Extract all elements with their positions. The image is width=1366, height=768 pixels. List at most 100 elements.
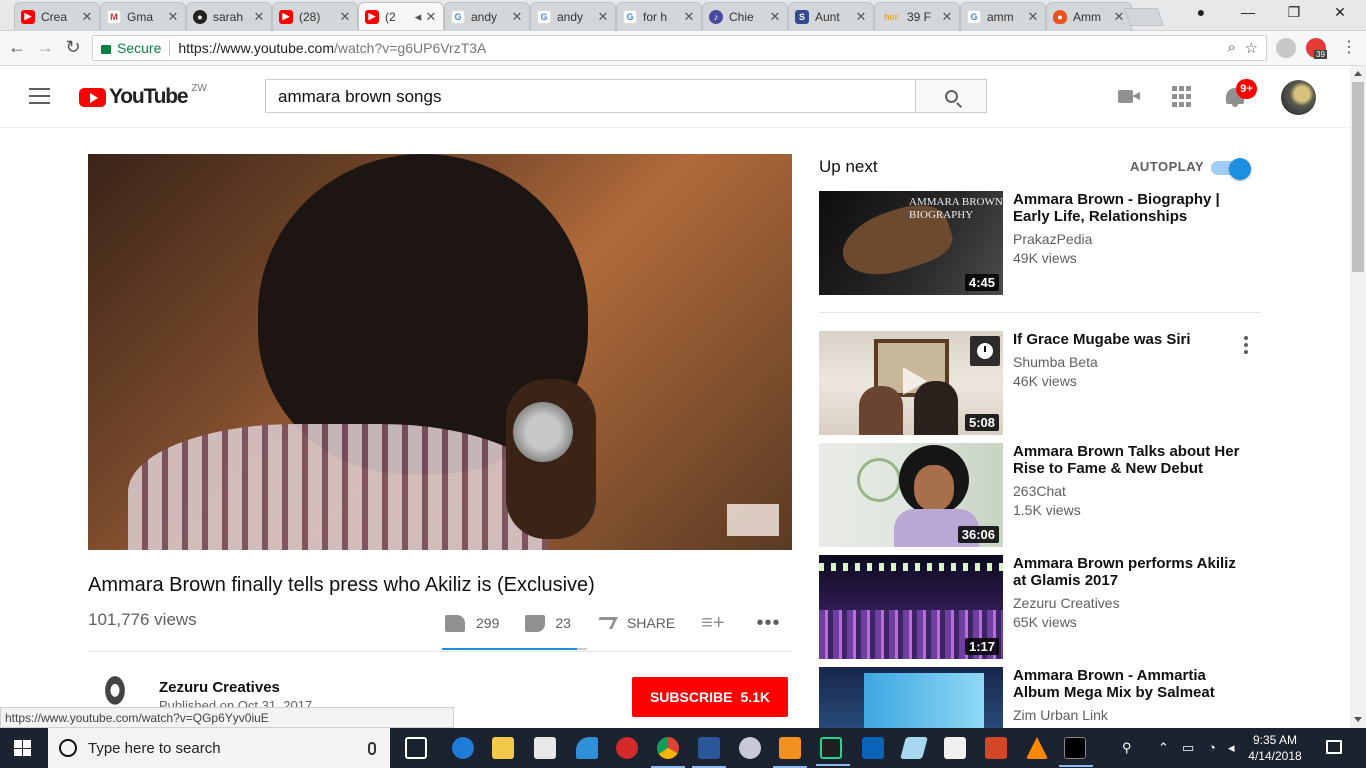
vlc-icon[interactable] <box>1026 737 1048 759</box>
youtube-logo[interactable]: YouTube ZW <box>79 83 207 109</box>
play-overlay-icon[interactable] <box>895 363 931 399</box>
search-input[interactable]: ammara brown songs <box>265 79 916 113</box>
speaker-icon[interactable]: ◂ <box>411 9 425 25</box>
apps-grid-icon[interactable] <box>1172 86 1194 108</box>
browser-tab[interactable]: ● sarah ✕ <box>186 2 272 30</box>
people-icon[interactable]: ⚲ <box>1122 740 1132 756</box>
browser-tab[interactable]: S Aunt ✕ <box>788 2 874 30</box>
windows-start-icon[interactable] <box>14 740 31 756</box>
browser-tab[interactable]: ♪ Chie ✕ <box>702 2 788 30</box>
close-icon[interactable]: ✕ <box>511 9 523 25</box>
hamburger-menu-icon[interactable] <box>29 88 50 104</box>
more-options-icon[interactable] <box>1244 336 1248 354</box>
recommended-video[interactable]: 1:17 Ammara Brown performs Akiliz at Gla… <box>819 555 1261 659</box>
taskbar-clock[interactable]: 9:35 AM 4/14/2018 <box>1245 732 1305 764</box>
recommended-title[interactable]: If Grace Mugabe was Siri <box>1013 331 1243 348</box>
task-view-icon[interactable] <box>405 737 427 759</box>
video-thumbnail[interactable]: AMMARA BROWN BIOGRAPHY 4:45 <box>819 191 1003 295</box>
channel-watermark[interactable] <box>727 504 779 536</box>
menu-kebab-icon[interactable]: ⋮ <box>1338 37 1360 57</box>
recommended-title[interactable]: Ammara Brown - Biography | Early Life, R… <box>1013 191 1243 225</box>
extension-icon[interactable] <box>1276 38 1296 58</box>
maximize-icon[interactable]: ❐ <box>1284 4 1304 21</box>
scroll-up-icon[interactable] <box>1354 71 1362 76</box>
photos-icon[interactable] <box>944 737 966 759</box>
watch-later-icon[interactable] <box>970 336 1000 366</box>
video-thumbnail[interactable]: 36:06 <box>819 443 1003 547</box>
close-icon[interactable]: ✕ <box>425 9 437 25</box>
close-icon[interactable]: ✕ <box>1027 9 1039 25</box>
close-icon[interactable]: ✕ <box>339 9 351 25</box>
command-prompt-icon[interactable] <box>1059 737 1093 767</box>
star-icon[interactable]: ☆ <box>1245 39 1258 57</box>
new-tab-button[interactable] <box>1123 8 1165 26</box>
word-icon[interactable] <box>692 737 726 768</box>
dislike-button[interactable]: 23 <box>525 614 571 632</box>
zoom-icon[interactable]: ⌕ <box>1228 39 1236 56</box>
battery-icon[interactable]: ▭ <box>1182 740 1194 756</box>
close-icon[interactable]: ✕ <box>683 9 695 25</box>
browser-tab[interactable]: ● Amm ✕ <box>1046 2 1132 30</box>
search-button[interactable] <box>915 79 987 113</box>
avatar[interactable] <box>1281 80 1316 115</box>
browser-tab[interactable]: Gamm ✕ <box>960 2 1046 30</box>
browser-tab-active[interactable]: ▶ (2 ◂ ✕ <box>358 2 444 30</box>
close-icon[interactable]: ✕ <box>81 9 93 25</box>
browser-tab[interactable]: Gandy ✕ <box>444 2 530 30</box>
recommended-title[interactable]: Ammara Brown performs Akiliz at Glamis 2… <box>1013 555 1243 589</box>
recommended-title[interactable]: Ammara Brown Talks about Her Rise to Fam… <box>1013 443 1243 477</box>
browser-tab[interactable]: M Gma ✕ <box>100 2 186 30</box>
scrollbar-thumb[interactable] <box>1352 82 1364 272</box>
recommended-video[interactable]: Ammara Brown - Ammartia Album Mega Mix b… <box>819 667 1261 728</box>
back-icon[interactable]: ← <box>6 37 28 58</box>
notepad-icon[interactable] <box>900 737 928 759</box>
chrome-icon[interactable] <box>651 737 685 768</box>
recommended-video[interactable]: 5:08 If Grace Mugabe was Siri Shumba Bet… <box>819 331 1261 435</box>
recommended-video[interactable]: 36:06 Ammara Brown Talks about Her Rise … <box>819 443 1261 547</box>
close-icon[interactable]: ✕ <box>941 9 953 25</box>
scroll-down-icon[interactable] <box>1354 717 1362 722</box>
close-icon[interactable]: ✕ <box>597 9 609 25</box>
page-scrollbar[interactable] <box>1350 66 1366 728</box>
share-button[interactable]: SHARE <box>594 615 675 631</box>
close-window-icon[interactable]: ✕ <box>1330 4 1350 21</box>
sublime-text-icon[interactable] <box>773 737 807 768</box>
taskbar-search-box[interactable]: Type here to search <box>48 728 390 768</box>
extension-badge-icon[interactable]: 39 <box>1306 38 1327 59</box>
browser-tab[interactable]: ▶ Crea ✕ <box>14 2 100 30</box>
outlook-icon[interactable] <box>862 737 884 759</box>
action-center-icon[interactable] <box>1326 740 1342 754</box>
forward-icon[interactable]: → <box>34 37 56 58</box>
video-player[interactable] <box>88 154 792 550</box>
show-hidden-icons-icon[interactable]: ⌃ <box>1158 740 1169 756</box>
create-video-icon[interactable] <box>1118 86 1140 108</box>
browser-tab[interactable]: ▶ (28) ✕ <box>272 2 358 30</box>
pycharm-icon[interactable] <box>816 737 850 766</box>
channel-name[interactable]: Zezuru Creatives <box>159 679 280 696</box>
microphone-icon[interactable] <box>368 741 376 755</box>
edge-browser-icon[interactable] <box>452 737 474 759</box>
mail-icon[interactable] <box>534 737 556 759</box>
app-sail-icon[interactable] <box>576 737 598 759</box>
file-explorer-icon[interactable] <box>492 737 514 759</box>
close-icon[interactable]: ✕ <box>769 9 781 25</box>
browser-tab[interactable]: her 39 F ✕ <box>874 2 960 30</box>
recommended-video[interactable]: AMMARA BROWN BIOGRAPHY 4:45 Ammara Brown … <box>819 191 1261 295</box>
minimize-icon[interactable]: — <box>1238 4 1258 20</box>
paint-icon[interactable] <box>739 737 761 759</box>
more-actions-icon[interactable]: ••• <box>757 613 781 633</box>
browser-tab[interactable]: Gfor h ✕ <box>616 2 702 30</box>
browser-tab[interactable]: Gandy ✕ <box>530 2 616 30</box>
like-button[interactable]: 299 <box>445 614 499 632</box>
profile-icon[interactable]: ● <box>1191 4 1211 20</box>
close-icon[interactable]: ✕ <box>1113 9 1125 25</box>
close-icon[interactable]: ✕ <box>855 9 867 25</box>
video-thumbnail[interactable]: 1:17 <box>819 555 1003 659</box>
address-bar[interactable]: Secure https://www.youtube.com/watch?v=g… <box>92 35 1267 61</box>
powerpoint-icon[interactable] <box>985 737 1007 759</box>
volume-icon[interactable]: ◂ <box>1228 740 1235 756</box>
close-icon[interactable]: ✕ <box>167 9 179 25</box>
reload-icon[interactable]: ↻ <box>62 37 84 58</box>
video-thumbnail[interactable]: 5:08 <box>819 331 1003 435</box>
close-icon[interactable]: ✕ <box>253 9 265 25</box>
